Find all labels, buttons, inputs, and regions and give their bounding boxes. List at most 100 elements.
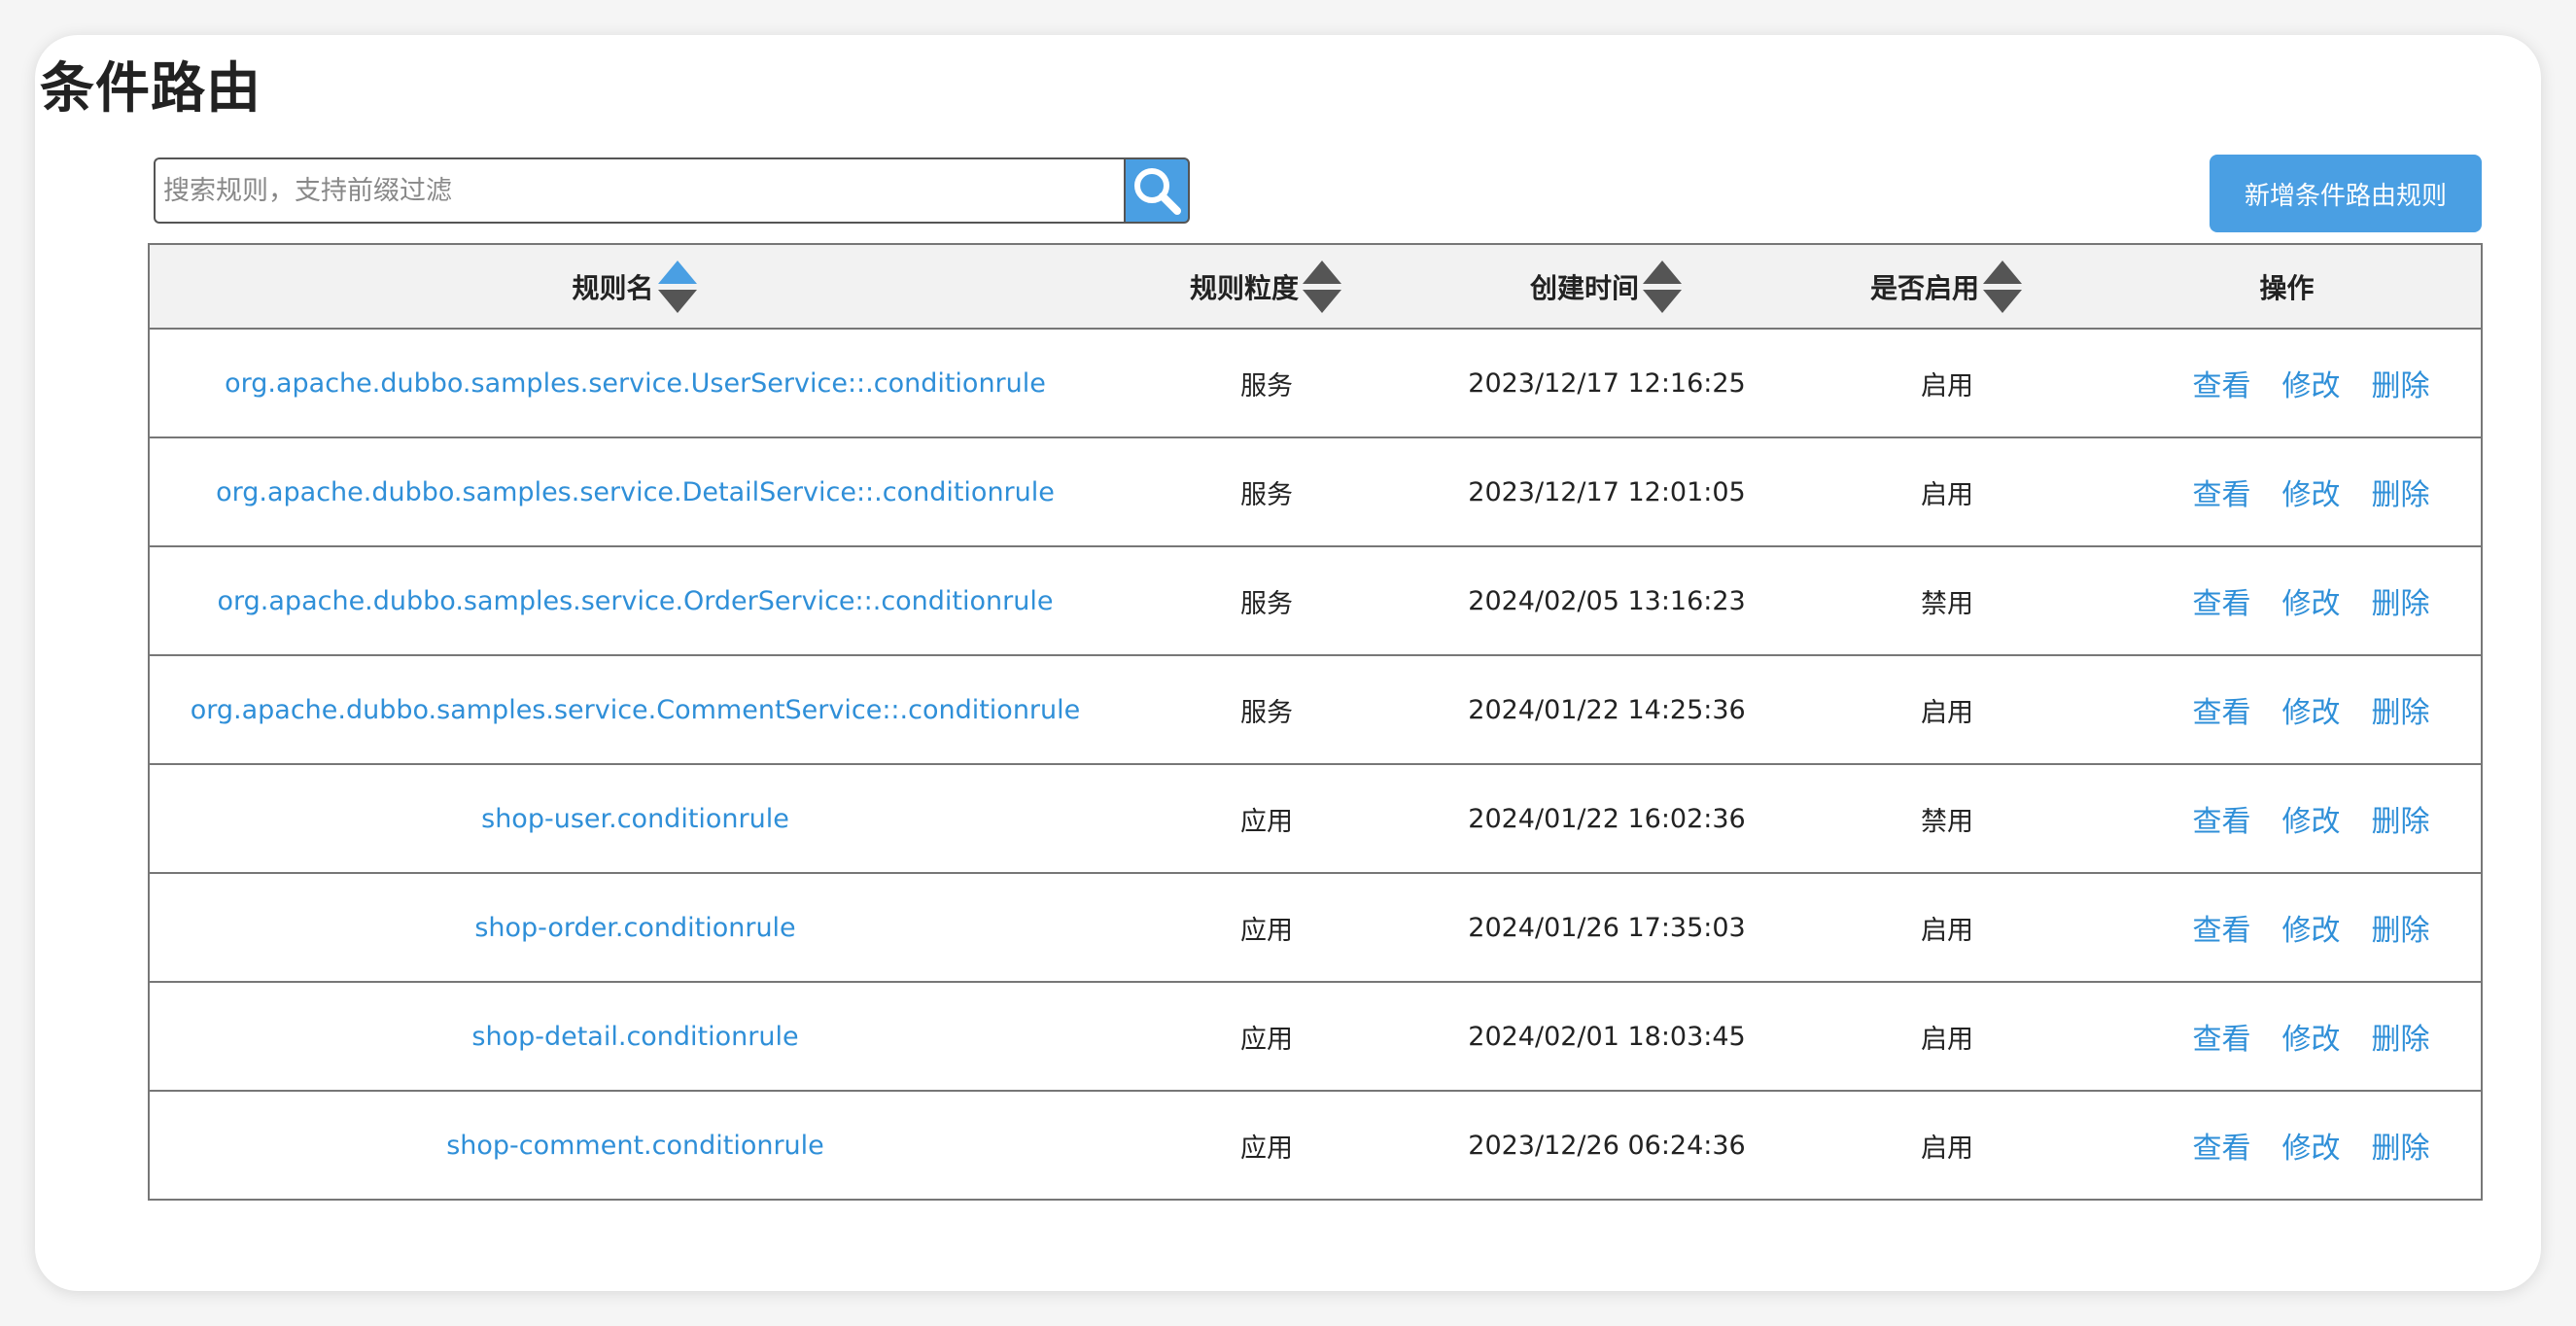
rule-scope-cell: 应用 [1121,872,1412,982]
sort-icon[interactable] [1641,259,1684,315]
rule-name-link[interactable]: org.apache.dubbo.samples.service.OrderSe… [218,586,1054,616]
sort-ascending-icon[interactable] [1303,260,1341,284]
delete-link[interactable]: 删除 [2372,362,2430,404]
edit-link[interactable]: 修改 [2282,1015,2341,1058]
row-actions: 查看 修改 删除 [2193,688,2430,731]
delete-link[interactable]: 删除 [2372,688,2430,731]
column-header-actions: 操作 [2093,244,2482,330]
rule-name-link-cell: org.apache.dubbo.samples.service.UserSer… [149,328,1121,437]
column-header-inner: 是否启用 [1870,259,2024,315]
edit-link[interactable]: 修改 [2282,362,2341,404]
rule-name-link[interactable]: shop-order.conditionrule [474,913,795,943]
rule-scope-cell: 服务 [1121,545,1412,655]
delete-link[interactable]: 删除 [2372,579,2430,622]
edit-link[interactable]: 修改 [2282,579,2341,622]
row-actions: 查看 修改 删除 [2193,906,2430,949]
edit-link[interactable]: 修改 [2282,797,2341,840]
column-header-rule-scope[interactable]: 规则粒度 [1121,244,1412,330]
rule-name-link-cell: org.apache.dubbo.samples.service.DetailS… [149,436,1121,546]
actions-cell: 查看 修改 删除 [2093,545,2482,655]
rule-scope: 应用 [1240,915,1293,946]
column-header-label: 规则粒度 [1189,271,1299,304]
created-time-cell: 2024/02/05 13:16:23 [1412,545,1801,655]
view-link[interactable]: 查看 [2193,906,2251,949]
rule-name-link[interactable]: shop-detail.conditionrule [471,1022,798,1052]
add-rule-button[interactable]: 新增条件路由规则 [2210,155,2482,232]
created-time-cell: 2024/01/22 14:25:36 [1412,654,1801,764]
sort-descending-icon[interactable] [1983,289,2022,313]
view-link[interactable]: 查看 [2193,579,2251,622]
rule-scope: 应用 [1240,806,1293,837]
view-link[interactable]: 查看 [2193,1124,2251,1167]
enabled-status-cell: 禁用 [1801,763,2093,873]
actions-cell: 查看 修改 删除 [2093,872,2482,982]
enabled-status: 启用 [1921,915,1973,946]
sort-descending-icon[interactable] [1303,289,1341,313]
column-header-created-time[interactable]: 创建时间 [1412,244,1801,330]
column-header-enabled[interactable]: 是否启用 [1801,244,2093,330]
sort-descending-icon[interactable] [1643,289,1682,313]
view-link[interactable]: 查看 [2193,797,2251,840]
rule-name-link-cell: org.apache.dubbo.samples.service.OrderSe… [149,545,1121,655]
edit-link[interactable]: 修改 [2282,688,2341,731]
rule-name-link[interactable]: shop-user.conditionrule [481,804,789,834]
actions-cell: 查看 修改 删除 [2093,654,2482,764]
actions-cell: 查看 修改 删除 [2093,981,2482,1091]
rule-name-link-cell: shop-detail.conditionrule [149,981,1121,1091]
rule-scope-cell: 应用 [1121,1090,1412,1200]
created-time-cell: 2023/12/26 06:24:36 [1412,1090,1801,1200]
table-row: shop-user.conditionrule 应用 2024/01/22 16:0… [149,763,2482,873]
rule-name-link-cell: shop-order.conditionrule [149,872,1121,982]
rule-name-link[interactable]: shop-comment.conditionrule [446,1131,824,1161]
row-actions: 查看 修改 删除 [2193,1124,2430,1167]
view-link[interactable]: 查看 [2193,471,2251,513]
search-input[interactable] [154,157,1124,224]
enabled-status-cell: 启用 [1801,436,2093,546]
delete-link[interactable]: 删除 [2372,1015,2430,1058]
rule-name-link[interactable]: org.apache.dubbo.samples.service.Comment… [191,695,1081,725]
edit-link[interactable]: 修改 [2282,471,2341,513]
table-row: shop-comment.conditionrule 应用 2023/12/26 0… [149,1090,2482,1200]
sort-icon[interactable] [656,259,699,315]
sort-ascending-icon[interactable] [1983,260,2022,284]
sort-ascending-icon[interactable] [1643,260,1682,284]
created-time: 2023/12/26 06:24:36 [1468,1130,1746,1161]
edit-link[interactable]: 修改 [2282,906,2341,949]
view-link[interactable]: 查看 [2193,1015,2251,1058]
enabled-status-cell: 启用 [1801,1090,2093,1200]
sort-icon[interactable] [1981,259,2024,315]
sort-ascending-icon[interactable] [657,260,697,284]
view-link[interactable]: 查看 [2193,688,2251,731]
page-title: 条件路由 [40,57,261,121]
edit-link[interactable]: 修改 [2282,1124,2341,1167]
sort-icon[interactable] [1301,259,1343,315]
row-actions: 查看 修改 删除 [2193,797,2430,840]
actions-cell: 查看 修改 删除 [2093,328,2482,437]
delete-link[interactable]: 删除 [2372,797,2430,840]
search-button[interactable] [1124,157,1190,224]
enabled-status: 禁用 [1921,806,1973,837]
actions-cell: 查看 修改 删除 [2093,436,2482,546]
rule-name-link[interactable]: org.apache.dubbo.samples.service.DetailS… [216,477,1055,507]
rule-scope: 服务 [1240,588,1293,619]
created-time: 2024/01/22 14:25:36 [1468,694,1746,725]
table-row: org.apache.dubbo.samples.service.UserSer… [149,328,2482,437]
column-header-label: 规则名 [572,271,654,304]
rule-name-link[interactable]: org.apache.dubbo.samples.service.UserSer… [225,368,1046,399]
table-header-row: 规则名 规则粒度 创建时间 是否启用 操作 [149,244,2482,330]
view-link[interactable]: 查看 [2193,362,2251,404]
column-header-label: 是否启用 [1869,271,1979,304]
created-time: 2023/12/17 12:16:25 [1468,367,1746,399]
column-header-rule-name[interactable]: 规则名 [149,244,1121,330]
delete-link[interactable]: 删除 [2372,1124,2430,1167]
enabled-status-cell: 启用 [1801,981,2093,1091]
enabled-status-cell: 启用 [1801,872,2093,982]
sort-descending-icon[interactable] [657,289,697,313]
delete-link[interactable]: 删除 [2372,471,2430,513]
created-time-cell: 2023/12/17 12:16:25 [1412,328,1801,437]
table-row: org.apache.dubbo.samples.service.DetailS… [149,436,2482,546]
search-bar [154,157,1190,224]
delete-link[interactable]: 删除 [2372,906,2430,949]
table-row: org.apache.dubbo.samples.service.OrderSe… [149,545,2482,655]
actions-cell: 查看 修改 删除 [2093,763,2482,873]
